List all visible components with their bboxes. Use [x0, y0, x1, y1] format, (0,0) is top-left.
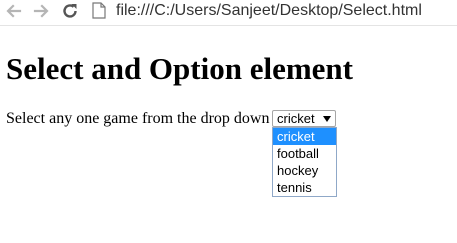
reload-icon[interactable] [61, 2, 79, 20]
option-hockey[interactable]: hockey [273, 162, 336, 179]
back-arrow-icon[interactable] [5, 2, 23, 20]
option-football[interactable]: football [273, 145, 336, 162]
dropdown-arrow-icon [323, 116, 331, 122]
page-content: Select and Option element Select any one… [0, 26, 457, 243]
select-prompt-label: Select any one game from the drop down [6, 110, 270, 127]
address-bar[interactable]: file:///C:/Users/Sanjeet/Desktop/Select.… [116, 1, 422, 21]
option-cricket[interactable]: cricket [273, 128, 336, 145]
page-title: Select and Option element [6, 51, 353, 86]
game-select[interactable]: cricket [272, 110, 336, 127]
game-select-value: cricket [277, 111, 315, 126]
forward-arrow-icon[interactable] [32, 2, 50, 20]
game-options-list: cricket football hockey tennis [272, 127, 337, 197]
option-tennis[interactable]: tennis [273, 179, 336, 196]
page-icon [92, 2, 108, 20]
browser-toolbar: file:///C:/Users/Sanjeet/Desktop/Select.… [0, 0, 457, 23]
address-bar-url: file:///C:/Users/Sanjeet/Desktop/Select.… [116, 2, 422, 19]
